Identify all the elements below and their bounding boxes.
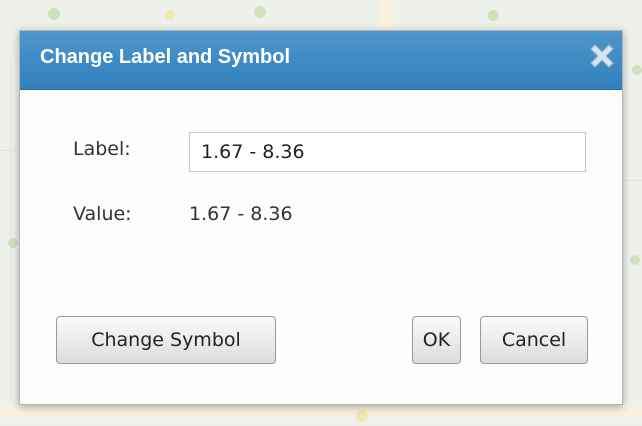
change-symbol-button-label: Change Symbol [91, 329, 241, 351]
dialog-title: Change Label and Symbol [40, 46, 291, 68]
value-text: 1.67 - 8.36 [189, 203, 293, 225]
cancel-button[interactable]: Cancel [480, 316, 588, 364]
ok-button-label: OK [422, 329, 451, 351]
cancel-button-label: Cancel [501, 329, 567, 351]
ok-button[interactable]: OK [412, 316, 461, 364]
value-caption: Value: [73, 203, 132, 225]
close-icon[interactable] [588, 42, 616, 70]
label-input[interactable] [189, 132, 586, 172]
change-label-symbol-dialog: Change Label and Symbol Label: Value: 1.… [19, 30, 623, 405]
label-caption: Label: [73, 138, 131, 160]
dialog-titlebar[interactable]: Change Label and Symbol [20, 31, 622, 90]
change-symbol-button[interactable]: Change Symbol [56, 316, 276, 364]
